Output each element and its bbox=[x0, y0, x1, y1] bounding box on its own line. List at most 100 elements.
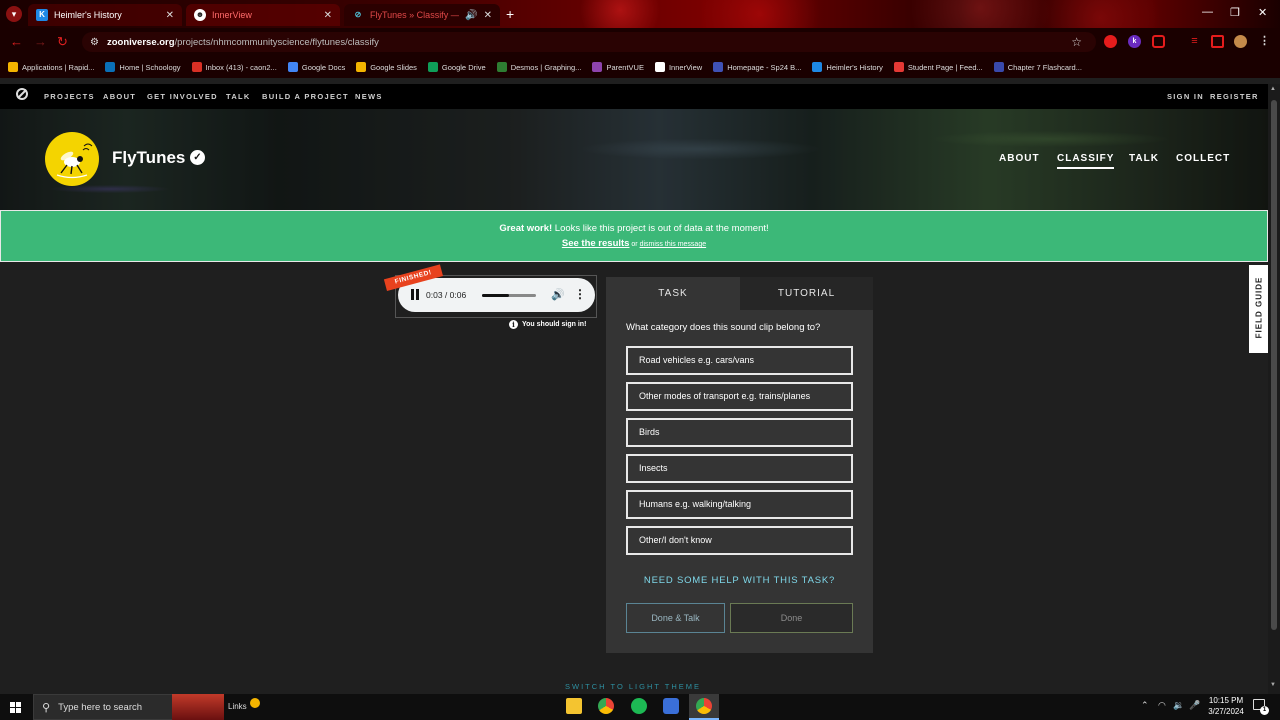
tab-task[interactable]: TASK bbox=[606, 277, 740, 310]
nav-news-link[interactable]: NEWS bbox=[355, 92, 383, 101]
project-nav-talk[interactable]: TALK bbox=[1129, 153, 1159, 164]
answer-other-dont-know[interactable]: Other/I don't know bbox=[626, 526, 853, 555]
chrome-active-icon[interactable] bbox=[696, 698, 712, 714]
browser-tab-heimlers-history[interactable]: K Heimler's History ✕ bbox=[28, 4, 182, 26]
bookmark-label: Chapter 7 Flashcard... bbox=[1007, 62, 1082, 72]
answer-road-vehicles[interactable]: Road vehicles e.g. cars/vans bbox=[626, 346, 853, 375]
extension-red-icon[interactable] bbox=[1104, 35, 1117, 48]
done-button[interactable]: Done bbox=[730, 603, 853, 633]
tray-chevron-up-icon[interactable]: ⌃ bbox=[1141, 700, 1149, 711]
bookmark-item[interactable]: Google Docs bbox=[287, 62, 346, 72]
sign-in-link[interactable]: SIGN IN bbox=[1167, 92, 1204, 101]
switch-theme-link[interactable]: SWITCH TO LIGHT THEME bbox=[565, 682, 701, 691]
microphone-icon[interactable]: 🎤 bbox=[1189, 700, 1200, 711]
project-nav-classify[interactable]: CLASSIFY bbox=[1057, 153, 1115, 169]
bookmark-item[interactable]: Homepage - Sp24 B... bbox=[713, 62, 801, 72]
tab-search-icon[interactable]: ▾ bbox=[6, 6, 22, 22]
side-panel-icon[interactable] bbox=[1211, 35, 1224, 48]
nav-build-project-link[interactable]: BUILD A PROJECT bbox=[262, 92, 349, 101]
windows-start-icon[interactable] bbox=[10, 702, 21, 713]
sign-in-note[interactable]: i You should sign in! bbox=[509, 320, 586, 329]
chrome-taskbar-icon[interactable] bbox=[598, 698, 614, 714]
bookmark-label: Google Docs bbox=[301, 62, 346, 72]
wifi-icon[interactable]: ◠ bbox=[1158, 700, 1166, 711]
close-tab-icon[interactable]: ✕ bbox=[166, 10, 174, 21]
taskbar-time[interactable]: 10:15 PM bbox=[1206, 696, 1246, 705]
bookmark-favicon-icon bbox=[105, 62, 116, 72]
restore-icon[interactable]: ❐ bbox=[1230, 6, 1240, 19]
extension-k-icon[interactable]: k bbox=[1128, 35, 1141, 48]
bookmark-item[interactable]: Google Slides bbox=[356, 62, 417, 72]
browser-tab-flytunes[interactable]: ⊘ FlyTunes » Classify — Zoo 🔊 ✕ bbox=[344, 4, 500, 26]
browser-tab-innerview[interactable]: ☻ InnerView ✕ bbox=[186, 4, 340, 26]
bookmark-item[interactable]: Chapter 7 Flashcard... bbox=[993, 62, 1082, 72]
reload-icon[interactable]: ↻ bbox=[57, 34, 68, 50]
project-nav-collect[interactable]: COLLECT bbox=[1176, 153, 1230, 164]
answer-birds[interactable]: Birds bbox=[626, 418, 853, 447]
project-nav-about[interactable]: ABOUT bbox=[999, 153, 1040, 164]
close-tab-icon[interactable]: ✕ bbox=[484, 10, 492, 21]
nav-get-involved-link[interactable]: GET INVOLVED bbox=[147, 92, 218, 101]
more-options-icon[interactable]: ⋮ bbox=[574, 287, 586, 301]
minimize-icon[interactable]: — bbox=[1202, 6, 1213, 18]
nav-projects-link[interactable]: PROJECTS bbox=[44, 92, 95, 101]
spotify-icon[interactable] bbox=[631, 698, 647, 714]
scroll-up-arrow-icon[interactable]: ▲ bbox=[1270, 86, 1276, 92]
answer-insects[interactable]: Insects bbox=[626, 454, 853, 483]
award-app-icon[interactable] bbox=[663, 698, 679, 714]
project-title[interactable]: FlyTunes bbox=[112, 148, 185, 168]
taskbar-date[interactable]: 3/27/2024 bbox=[1204, 707, 1248, 716]
field-guide-tab[interactable]: FIELD GUIDE bbox=[1249, 265, 1268, 353]
zooniverse-logo-icon[interactable] bbox=[16, 88, 28, 100]
nav-talk-link[interactable]: TALK bbox=[226, 92, 251, 101]
bookmark-item[interactable]: Desmos | Graphing... bbox=[496, 62, 581, 72]
browser-menu-icon[interactable]: ⋮ bbox=[1258, 35, 1271, 48]
bookmark-item[interactable]: Student Page | Feed... bbox=[893, 62, 983, 72]
bookmark-item[interactable]: ParentVUE bbox=[592, 62, 644, 72]
forward-arrow-icon[interactable]: → bbox=[34, 34, 47, 49]
close-window-icon[interactable]: ✕ bbox=[1258, 6, 1267, 19]
nav-about-link[interactable]: ABOUT bbox=[103, 92, 136, 101]
project-avatar[interactable] bbox=[45, 132, 99, 186]
url-bar[interactable]: ⚙ zooniverse.org/projects/nhmcommunitysc… bbox=[82, 32, 1096, 52]
bookmark-item[interactable]: Applications | Rapid... bbox=[8, 62, 94, 72]
bookmark-item[interactable]: Inbox (413) - caon2... bbox=[191, 62, 277, 72]
task-help-link[interactable]: NEED SOME HELP WITH THIS TASK? bbox=[606, 575, 873, 586]
taskbar-links-label[interactable]: Links bbox=[228, 702, 247, 711]
url-host: zooniverse.org bbox=[106, 36, 175, 48]
answer-other-transport[interactable]: Other modes of transport e.g. trains/pla… bbox=[626, 382, 853, 411]
profile-avatar[interactable] bbox=[1234, 35, 1247, 48]
answer-humans[interactable]: Humans e.g. walking/talking bbox=[626, 490, 853, 519]
extension-puzzle-icon[interactable] bbox=[1152, 35, 1165, 48]
tab-audio-icon[interactable]: 🔊 bbox=[465, 10, 477, 21]
links-chrome-icon[interactable] bbox=[250, 698, 260, 708]
audio-progress-slider[interactable] bbox=[482, 294, 536, 297]
new-tab-icon[interactable]: + bbox=[506, 6, 514, 22]
bookmark-label: Student Page | Feed... bbox=[907, 62, 983, 72]
news-widget-icon[interactable] bbox=[172, 694, 224, 720]
site-settings-icon[interactable]: ⚙ bbox=[90, 37, 99, 48]
back-arrow-icon[interactable]: ← bbox=[10, 34, 23, 49]
bookmark-star-icon[interactable]: ☆ bbox=[1071, 35, 1082, 49]
speaker-icon[interactable]: 🔉 bbox=[1173, 700, 1184, 711]
volume-icon[interactable]: 🔊 bbox=[551, 288, 565, 301]
done-and-talk-button[interactable]: Done & Talk bbox=[626, 603, 725, 633]
media-control-icon[interactable]: ≡ bbox=[1188, 35, 1201, 48]
dismiss-message-link[interactable]: dismiss this message bbox=[640, 241, 707, 248]
bookmark-item[interactable]: Heimler's History bbox=[812, 62, 883, 72]
pause-icon[interactable] bbox=[411, 289, 420, 300]
scroll-thumb[interactable] bbox=[1271, 100, 1277, 630]
file-explorer-icon[interactable] bbox=[566, 698, 582, 714]
audio-player[interactable]: 0:03 / 0:06 🔊 ⋮ bbox=[398, 278, 595, 312]
register-link[interactable]: REGISTER bbox=[1210, 92, 1259, 101]
see-results-link[interactable]: See the results bbox=[562, 238, 630, 249]
bookmark-item[interactable]: Home | Schoology bbox=[105, 62, 181, 72]
bookmark-item[interactable]: InnerView bbox=[654, 62, 702, 72]
scroll-down-arrow-icon[interactable]: ▼ bbox=[1270, 682, 1276, 688]
sign-in-note-text: You should sign in! bbox=[522, 321, 587, 328]
page-scrollbar[interactable]: ▲ ▼ bbox=[1268, 84, 1280, 694]
close-tab-icon[interactable]: ✕ bbox=[324, 10, 332, 21]
bookmark-favicon-icon bbox=[287, 62, 298, 72]
tab-tutorial[interactable]: TUTORIAL bbox=[740, 277, 873, 310]
bookmark-item[interactable]: Google Drive bbox=[427, 62, 486, 72]
